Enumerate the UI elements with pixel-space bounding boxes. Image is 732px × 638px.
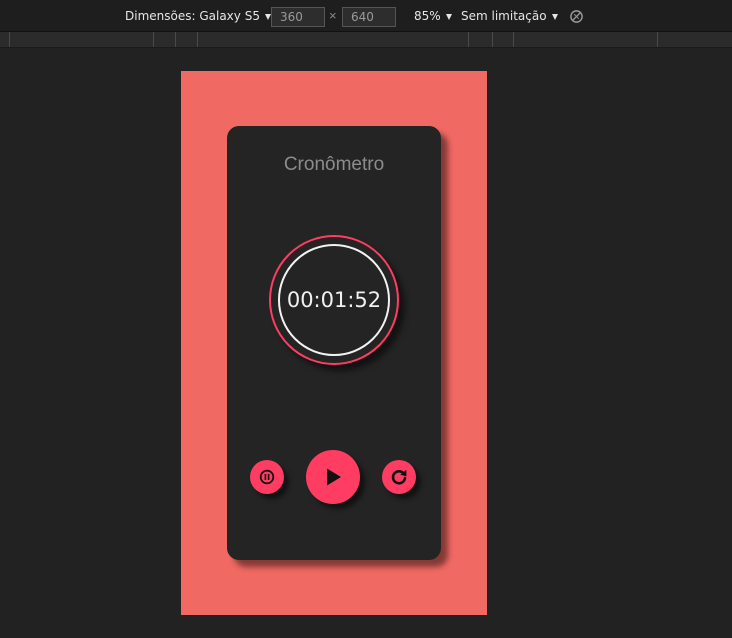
play-button[interactable] xyxy=(306,450,360,504)
pause-icon xyxy=(259,469,275,485)
app-title: Cronômetro xyxy=(283,154,385,175)
rotate-button[interactable] xyxy=(569,0,584,32)
timer-display: 00:01:52 xyxy=(278,244,390,356)
throttle-select[interactable]: Sem limitação xyxy=(461,0,558,32)
play-icon xyxy=(327,468,341,486)
device-dimensions-select[interactable]: Dimensões: Galaxy S5 xyxy=(125,0,271,32)
chevron-down-icon xyxy=(551,13,558,20)
device-viewport: Cronômetro 00:01:52 xyxy=(181,71,487,615)
stopwatch-card: Cronômetro 00:01:52 xyxy=(227,126,441,560)
zoom-select[interactable]: 85% xyxy=(414,0,452,32)
device-dimensions-label: Dimensões: Galaxy S5 xyxy=(125,9,260,23)
device-toolbar: Dimensões: Galaxy S5 × 85% Sem limitação xyxy=(0,0,732,32)
pause-button[interactable] xyxy=(250,460,284,494)
time-readout: 00:01:52 xyxy=(286,288,382,312)
chevron-down-icon xyxy=(445,13,452,20)
height-input[interactable] xyxy=(342,7,396,27)
media-query-ruler xyxy=(0,32,732,48)
throttle-label: Sem limitação xyxy=(461,9,547,23)
rotate-disabled-icon xyxy=(570,9,583,23)
width-input[interactable] xyxy=(271,7,325,27)
zoom-label: 85% xyxy=(414,9,441,23)
reset-icon xyxy=(391,469,407,485)
times-symbol: × xyxy=(329,8,337,23)
reset-button[interactable] xyxy=(382,460,416,494)
